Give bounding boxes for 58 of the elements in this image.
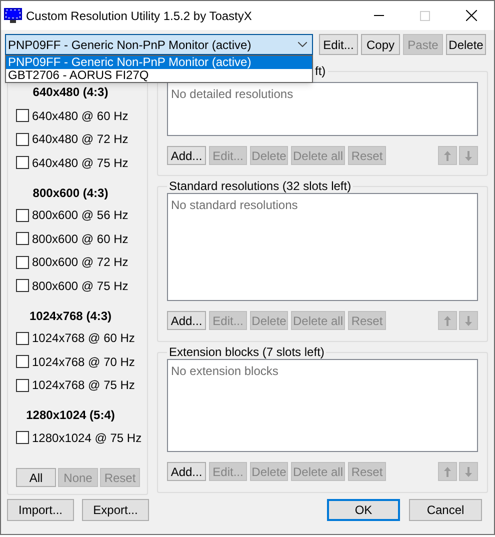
group-title: ft)	[314, 64, 327, 78]
arrow-down-icon	[465, 316, 472, 326]
checkbox[interactable]	[16, 156, 29, 170]
list-box[interactable]: No standard resolutions	[167, 193, 478, 301]
button[interactable]: Cancel	[409, 499, 482, 521]
dropdown-option[interactable]: GBT2706 - AORUS FI27Q	[6, 69, 312, 82]
button[interactable]: OK	[327, 499, 400, 521]
checkbox[interactable]	[16, 256, 29, 269]
checkbox[interactable]	[16, 109, 29, 122]
button[interactable]: Import...	[7, 499, 74, 521]
group-heading: 1024x768 (4:3)	[28, 308, 113, 322]
checkbox[interactable]	[16, 431, 29, 444]
arrow-up-icon	[444, 316, 451, 326]
chevron-down-icon	[298, 42, 307, 47]
button[interactable]: Export...	[82, 499, 149, 521]
list-box[interactable]: No detailed resolutions	[167, 82, 478, 136]
monitor-icon	[4, 8, 22, 23]
monitor-dropdown[interactable]: PNP09FF - Generic Non-PnP Monitor (active)	[5, 34, 313, 55]
checkbox-label[interactable]: 800x600 @ 75 Hz	[32, 276, 128, 295]
group-title: Standard resolutions (32 slots left)	[168, 179, 352, 193]
button[interactable]: Add...	[167, 311, 206, 330]
dropdown-option[interactable]: PNP09FF - Generic Non-PnP Monitor (active)	[6, 56, 312, 69]
checkbox[interactable]	[16, 279, 29, 292]
checkbox-label[interactable]: 1280x1024 @ 75 Hz	[32, 428, 142, 447]
checkbox[interactable]	[16, 132, 29, 146]
group-heading: 640x480 (4:3)	[32, 85, 110, 99]
arrow-up-icon	[444, 466, 451, 476]
group-title: Extension blocks (7 slots left)	[168, 345, 326, 359]
list-box[interactable]: No extension blocks	[167, 359, 478, 452]
arrow-down-icon	[465, 150, 472, 160]
checkbox-label[interactable]: 1024x768 @ 75 Hz	[32, 376, 135, 394]
button[interactable]: Copy	[361, 34, 400, 55]
checkbox-label[interactable]: 640x480 @ 72 Hz	[32, 130, 128, 148]
checkbox-label[interactable]: 640x480 @ 75 Hz	[32, 154, 128, 172]
button[interactable]: Add...	[167, 146, 206, 165]
arrow-down-icon	[465, 466, 472, 476]
checkbox-label[interactable]: 800x600 @ 56 Hz	[32, 206, 128, 224]
minimize-icon	[374, 15, 384, 16]
checkbox[interactable]	[16, 355, 29, 368]
checkbox-label[interactable]: 1024x768 @ 60 Hz	[32, 329, 135, 348]
window-title: Custom Resolution Utility 1.5.2 by ToastyX	[26, 8, 252, 24]
checkbox-label[interactable]: 800x600 @ 60 Hz	[32, 230, 128, 248]
checkbox-label[interactable]: 1024x768 @ 70 Hz	[32, 352, 135, 371]
arrow-up-icon	[444, 150, 451, 160]
checkbox-label[interactable]: 640x480 @ 60 Hz	[32, 106, 128, 125]
group-heading: 1280x1024 (5:4)	[25, 408, 116, 422]
button[interactable]: All	[16, 468, 56, 487]
checkbox[interactable]	[16, 208, 29, 222]
checkbox-label[interactable]: 800x600 @ 72 Hz	[32, 253, 128, 272]
checkbox[interactable]	[16, 232, 29, 246]
checkbox[interactable]	[16, 332, 29, 345]
group-heading: 800x600 (4:3)	[32, 186, 110, 200]
button[interactable]: Edit...	[319, 34, 358, 55]
close-icon	[466, 10, 476, 21]
maximize-icon	[420, 10, 430, 20]
button[interactable]: Delete	[446, 34, 486, 55]
checkbox[interactable]	[16, 378, 29, 392]
button[interactable]: Add...	[167, 462, 206, 481]
